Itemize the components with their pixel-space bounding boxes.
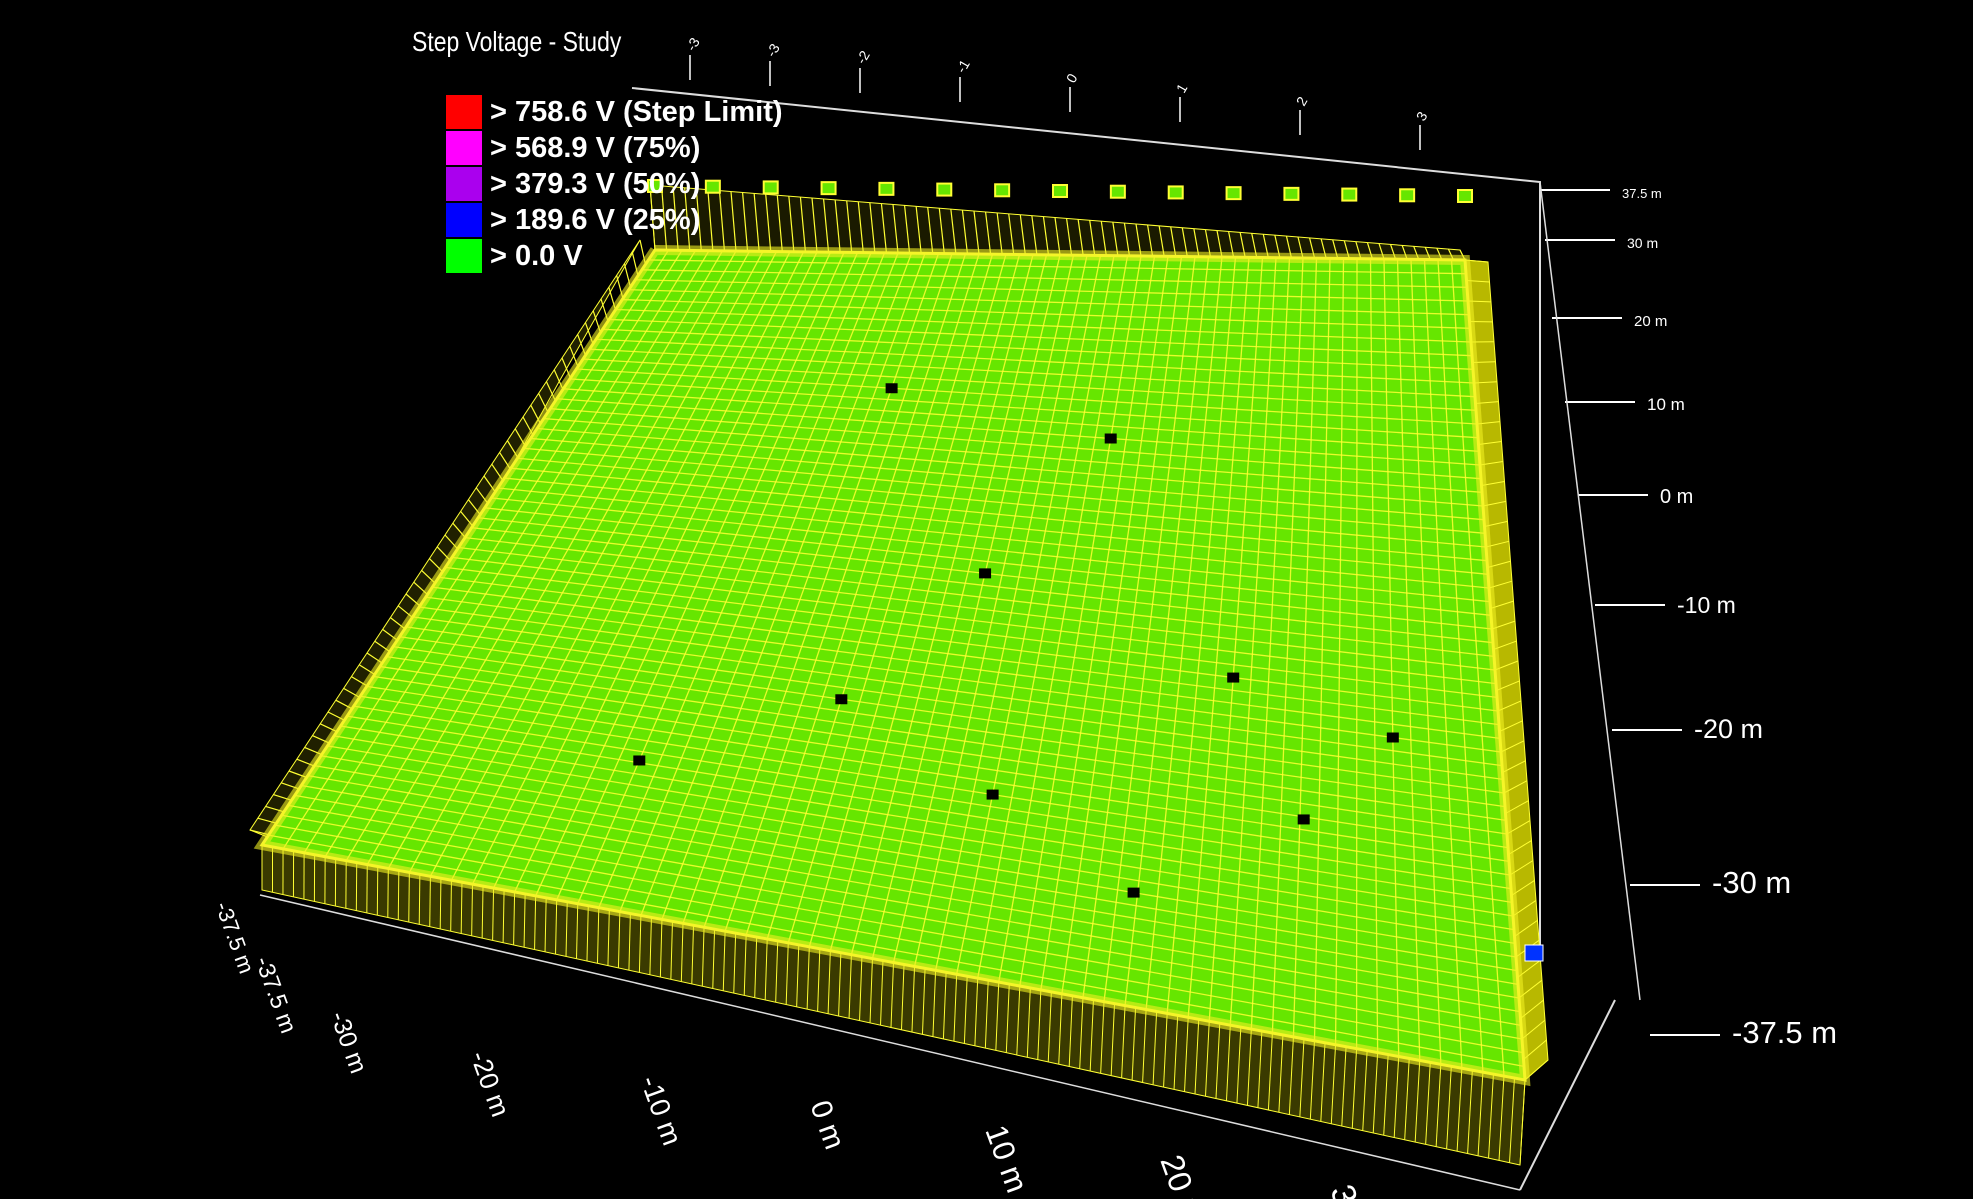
x-axis-tick-label: 10 m (978, 1120, 1034, 1197)
mesh-hole (1227, 672, 1240, 683)
legend-swatch-red (446, 95, 482, 129)
y-axis-tick-label: -20 m (1694, 714, 1763, 744)
y-axis-tick-label: -10 m (1677, 592, 1736, 618)
legend-swatch-magenta (446, 131, 482, 165)
legend-label: > 0.0 V (490, 239, 583, 272)
x-axis-tick-label: -37.5 m (250, 953, 302, 1037)
plot-viewport[interactable]: 37.5 m 30 m 20 m 10 m0 m -10 m -20 m -30 m -37.… (0, 0, 1973, 1199)
legend-swatch-blue (446, 203, 482, 237)
legend-item: > 379.3 V (50%) (446, 166, 783, 202)
mesh-peak (1109, 184, 1126, 199)
mesh-hole (633, 755, 646, 766)
legend: > 758.6 V (Step Limit) > 568.9 V (75%) >… (446, 94, 783, 274)
mesh-wall-line (418, 874, 421, 925)
mesh-peak (994, 183, 1011, 198)
legend-item: > 568.9 V (75%) (446, 130, 783, 166)
mesh-peak (1341, 187, 1358, 202)
y-axis-tick-label: 30 m (1627, 235, 1658, 251)
legend-label: > 189.6 V (25%) (490, 203, 701, 236)
legend-item: > 189.6 V (25%) (446, 202, 783, 238)
x-axis-tick-label: -30 m (324, 1007, 372, 1077)
mesh-hole (1127, 887, 1140, 898)
top-axis-tick-label: -3 (763, 41, 783, 60)
legend-label: > 568.9 V (75%) (490, 131, 701, 164)
voltage-surface (259, 248, 1527, 1082)
mesh-peak (936, 182, 953, 197)
y-axis-tick-label: -37.5 m (1732, 1015, 1837, 1050)
mesh-wall-line (429, 876, 431, 927)
mesh-hole (885, 383, 898, 394)
mesh-hole (986, 789, 999, 800)
top-axis-tick-label: -3 (683, 35, 703, 54)
mesh-peak (1399, 188, 1416, 203)
legend-label: > 758.6 V (Step Limit) (490, 95, 783, 128)
y-axis-tick-label: 10 m (1647, 395, 1685, 414)
top-axis-tick-label: -1 (953, 57, 973, 76)
top-axis-tick-label: 3 (1413, 109, 1431, 124)
legend-swatch-purple (446, 167, 482, 201)
y-axis-tick-label: -30 m (1712, 865, 1791, 900)
mesh-hole (1297, 814, 1310, 825)
mesh-wall-line (439, 878, 442, 929)
mesh-hole (1386, 732, 1399, 743)
top-axis-tick-label: 1 (1173, 81, 1191, 96)
mesh-hole (1104, 433, 1117, 444)
y-axis-tick-label: 20 m (1634, 313, 1667, 330)
x-axis-tick-label: -10 m (634, 1071, 688, 1149)
mesh-wall-line (387, 868, 389, 918)
mesh-wall-line (397, 870, 400, 920)
y-axis-tick-label: 37.5 m (1622, 186, 1662, 201)
mesh-hole (835, 694, 848, 705)
x-axis-tick-label: 0 m (803, 1096, 851, 1154)
mesh-wall-line (408, 872, 410, 923)
legend-item: > 758.6 V (Step Limit) (446, 94, 783, 130)
mesh-peak (1225, 186, 1242, 201)
mesh-peak (1052, 184, 1068, 198)
y-axis-line (1539, 181, 1641, 1001)
chart-title: Step Voltage - Study (412, 26, 622, 57)
mesh-hole (979, 568, 992, 579)
legend-swatch-green (446, 239, 482, 273)
mesh-peak (1457, 189, 1473, 203)
surface-plot[interactable]: 37.5 m30 m20 m10 m0 m-10 m-20 m-30 m-37.… (0, 0, 1973, 1199)
mesh-peak (878, 181, 895, 196)
x-axis-tick-label: 20 m (1153, 1150, 1212, 1199)
mesh-peak (820, 181, 837, 196)
top-axis-tick-label: -2 (853, 48, 873, 67)
mesh-peak (1167, 185, 1184, 200)
x-axis-tick-label: 30 (1322, 1180, 1371, 1199)
top-axis-tick-label: 0 (1063, 71, 1081, 86)
legend-label: > 379.3 V (50%) (490, 167, 701, 200)
mesh-peak (1283, 186, 1300, 201)
voltage-marker (1524, 944, 1544, 962)
legend-item: > 0.0 V (446, 238, 783, 274)
top-axis-tick-label: 2 (1293, 94, 1311, 109)
y-axis-tick-label: 0 m (1660, 486, 1693, 508)
x-axis-tick-label: -20 m (464, 1047, 515, 1121)
